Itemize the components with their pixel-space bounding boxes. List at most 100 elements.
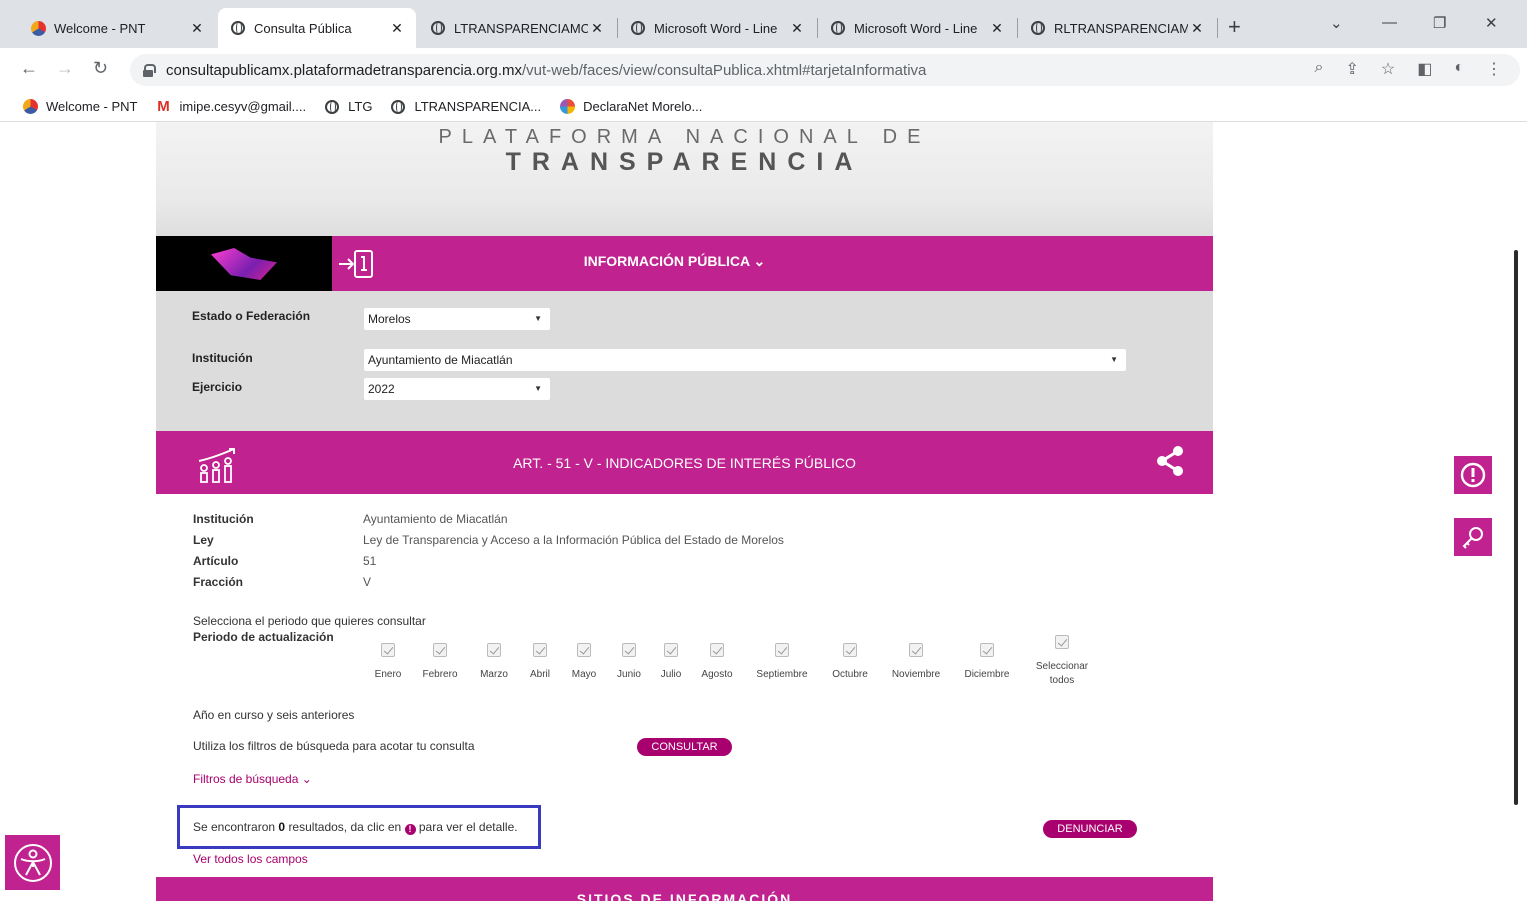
zoom-icon[interactable]: ⌕ — [1314, 59, 1323, 79]
browser-tab[interactable]: Microsoft Word - Line ✕ — [818, 8, 1016, 48]
new-tab-icon[interactable]: + — [1228, 14, 1241, 40]
browser-toolbar: ← → ↻ consultapublicamx.plataformadetran… — [0, 48, 1527, 92]
search-filters-link[interactable]: Filtros de búsqueda ⌄ — [193, 772, 312, 786]
close-icon[interactable]: ✕ — [788, 20, 806, 37]
profile-avatar-icon[interactable]: ◐ — [1454, 59, 1464, 79]
browser-tab-active[interactable]: Consulta Pública ✕ — [218, 8, 416, 48]
pnt-logo-icon — [30, 20, 46, 36]
month-checkbox-enero[interactable]: Enero — [368, 643, 408, 680]
checkbox-icon[interactable] — [909, 643, 923, 657]
month-checkbox-noviembre[interactable]: Noviembre — [886, 643, 946, 680]
denunciar-button[interactable]: DENUNCIAR — [1043, 820, 1137, 838]
alert-icon[interactable] — [1454, 456, 1492, 494]
month-checkbox-agosto[interactable]: Agosto — [697, 643, 737, 680]
accessibility-icon[interactable] — [5, 835, 60, 890]
checkbox-icon[interactable] — [381, 643, 395, 657]
browser-tab[interactable]: Microsoft Word - Line ✕ — [618, 8, 816, 48]
estado-select[interactable]: Morelos ▼ — [364, 308, 550, 330]
globe-icon — [390, 99, 406, 115]
month-label: Julio — [660, 669, 682, 680]
share-icon[interactable] — [1155, 445, 1185, 482]
mexico-map-logo[interactable] — [156, 236, 332, 291]
month-label: Junio — [617, 669, 641, 680]
minimize-icon[interactable]: — — [1382, 14, 1397, 31]
tab-title: Microsoft Word - Line — [654, 20, 778, 36]
browser-tab[interactable]: RLTRANSPARENCIAM ✕ — [1018, 8, 1216, 48]
page-scrollbar[interactable] — [1514, 250, 1518, 805]
all-fields-link[interactable]: Ver todos los campos — [193, 852, 308, 866]
checkbox-icon[interactable] — [433, 643, 447, 657]
month-checkbox-julio[interactable]: Julio — [656, 643, 686, 680]
select-all-checkbox[interactable]: Seleccionar todos — [1030, 635, 1094, 686]
share-page-icon[interactable]: ⇪ — [1345, 59, 1358, 79]
close-icon[interactable]: ✕ — [188, 20, 206, 37]
side-panel-icon[interactable]: ◧ — [1417, 59, 1432, 79]
close-icon[interactable]: ✕ — [988, 20, 1006, 37]
bookmark-item[interactable]: Welcome - PNT — [22, 99, 138, 115]
ejercicio-select[interactable]: 2022 ▼ — [364, 378, 550, 400]
info-detail-icon[interactable]: ! — [404, 824, 416, 835]
results-count: 0 — [278, 820, 286, 834]
month-checkbox-septiembre[interactable]: Septiembre — [752, 643, 812, 680]
checkbox-icon[interactable] — [487, 643, 501, 657]
window-close-icon[interactable]: ✕ — [1485, 14, 1498, 32]
month-checkbox-febrero[interactable]: Febrero — [418, 643, 462, 680]
checkbox-icon[interactable] — [775, 643, 789, 657]
bookmark-item[interactable]: M imipe.cesyv@gmail.... — [156, 98, 306, 115]
month-checkbox-diciembre[interactable]: Diciembre — [959, 643, 1015, 680]
month-label: Febrero — [422, 669, 458, 680]
back-icon[interactable]: ← — [20, 58, 38, 79]
url-path: /vut-web/faces/view/consultaPublica.xhtm… — [522, 61, 927, 79]
month-label: Enero — [374, 669, 402, 680]
consultar-button[interactable]: CONSULTAR — [637, 738, 732, 756]
lock-icon[interactable] — [142, 64, 156, 77]
info-entry-icon[interactable] — [332, 236, 382, 291]
address-bar[interactable]: consultapublicamx.plataformadetransparen… — [130, 54, 1520, 86]
checkbox-icon[interactable] — [710, 643, 724, 657]
bookmark-item[interactable]: DeclaraNet Morelo... — [559, 99, 702, 115]
globe-icon — [430, 20, 446, 36]
info-publica-bar: INFORMACIÓN PÚBLICA ⌄ — [156, 236, 1213, 291]
bookmark-item[interactable]: LTRANSPARENCIA... — [390, 99, 541, 115]
bookmark-star-icon[interactable]: ☆ — [1381, 59, 1395, 79]
ejercicio-value: 2022 — [368, 382, 395, 396]
results-mid: resultados, da clic en — [288, 820, 402, 834]
bookmark-label: LTRANSPARENCIA... — [414, 99, 542, 114]
month-checkbox-octubre[interactable]: Octubre — [824, 643, 876, 680]
tools-key-icon[interactable] — [1454, 518, 1492, 556]
menu-icon[interactable]: ⋮ — [1486, 59, 1502, 79]
checkbox-icon[interactable] — [980, 643, 994, 657]
forward-icon[interactable]: → — [56, 58, 74, 79]
bookmark-item[interactable]: LTG — [324, 99, 372, 115]
period-prompt: Selecciona el periodo que quieres consul… — [193, 614, 426, 628]
institucion-select[interactable]: Ayuntamiento de Miacatlán ▼ — [364, 349, 1126, 371]
month-checkbox-abril[interactable]: Abril — [524, 643, 556, 680]
globe-icon — [324, 99, 340, 115]
checkbox-icon[interactable] — [622, 643, 636, 657]
checkbox-icon[interactable] — [843, 643, 857, 657]
month-checkbox-marzo[interactable]: Marzo — [474, 643, 514, 680]
close-icon[interactable]: ✕ — [588, 20, 606, 37]
month-checkbox-junio[interactable]: Junio — [613, 643, 645, 680]
browser-tab[interactable]: Welcome - PNT ✕ — [18, 8, 216, 48]
tab-title: RLTRANSPARENCIAM — [1054, 20, 1188, 36]
tab-title: LTRANSPARENCIAMC — [454, 20, 588, 36]
checkbox-icon[interactable] — [533, 643, 547, 657]
tab-search-icon[interactable]: ⌄ — [1330, 14, 1343, 32]
checkbox-icon[interactable] — [1055, 635, 1069, 649]
page-content: PLATAFORMA NACIONAL DE TRANSPARENCIA INF… — [0, 122, 1527, 901]
detail-label: Institución — [193, 512, 254, 526]
chevron-down-icon: ▼ — [534, 384, 542, 393]
close-icon[interactable]: ✕ — [1188, 20, 1206, 37]
month-checkbox-mayo[interactable]: Mayo — [568, 643, 600, 680]
browser-tab[interactable]: LTRANSPARENCIAMC ✕ — [418, 8, 616, 48]
reload-icon[interactable]: ↻ — [93, 58, 108, 79]
bookmark-label: LTG — [348, 99, 373, 114]
tab-title: Consulta Pública — [254, 20, 352, 36]
checkbox-icon[interactable] — [664, 643, 678, 657]
month-label: Agosto — [701, 669, 733, 680]
restore-icon[interactable]: ❐ — [1433, 14, 1446, 32]
close-icon[interactable]: ✕ — [388, 20, 406, 37]
globe-icon — [1030, 20, 1046, 36]
checkbox-icon[interactable] — [577, 643, 591, 657]
